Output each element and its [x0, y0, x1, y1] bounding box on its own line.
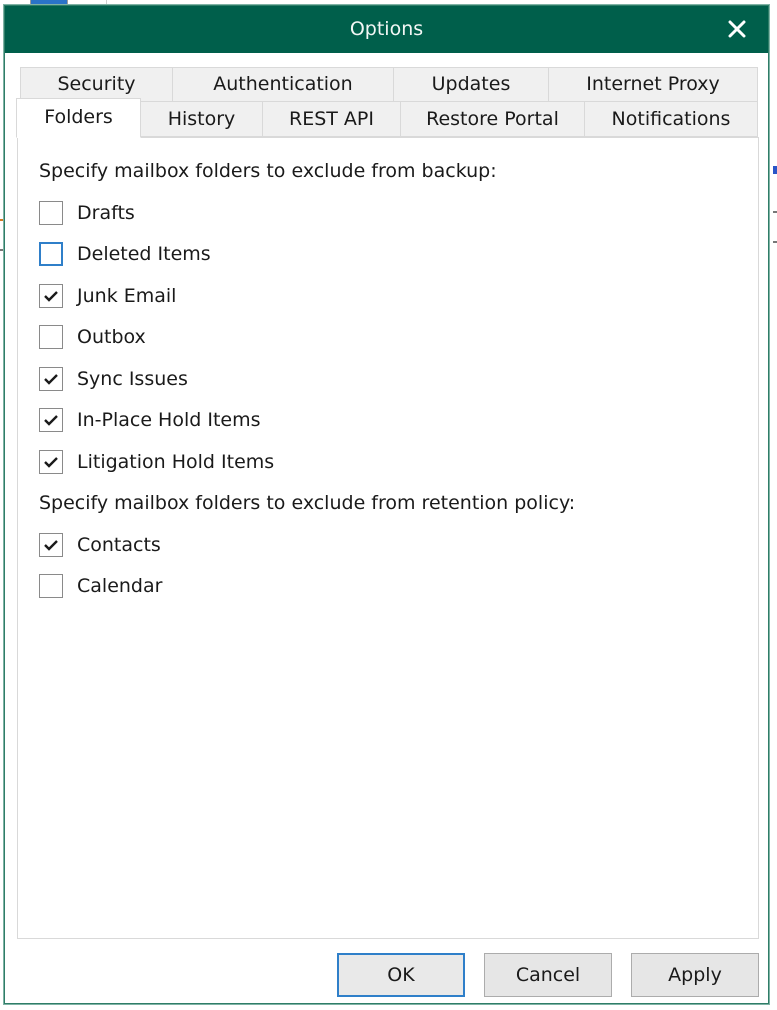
close-icon — [728, 20, 746, 38]
checkbox-sync-issues[interactable]: Sync Issues — [39, 365, 188, 393]
tab-label: History — [167, 108, 236, 130]
checkbox-label: Litigation Hold Items — [77, 451, 275, 473]
tab-label: REST API — [289, 108, 374, 130]
checkmark-icon — [44, 291, 58, 302]
background-marker — [773, 211, 777, 213]
checkbox-label: Calendar — [77, 575, 163, 597]
tab-label: Updates — [431, 73, 511, 95]
tab-notifications[interactable]: Notifications — [584, 101, 758, 137]
tab-internet-proxy[interactable]: Internet Proxy — [548, 67, 758, 102]
cancel-button[interactable]: Cancel — [484, 953, 612, 997]
checkbox-box[interactable] — [39, 450, 63, 474]
checkbox-label: Contacts — [77, 534, 161, 556]
tab-label: Authentication — [213, 73, 353, 95]
background-marker — [773, 241, 777, 243]
checkbox-deleted-items[interactable]: Deleted Items — [39, 240, 211, 268]
folders-panel: Specify mailbox folders to exclude from … — [17, 137, 759, 939]
title-bar[interactable]: Options — [5, 6, 768, 53]
checkbox-drafts[interactable]: Drafts — [39, 199, 135, 227]
tab-label: Internet Proxy — [586, 73, 720, 95]
tab-rest-api[interactable]: REST API — [262, 101, 401, 137]
checkbox-box[interactable] — [39, 533, 63, 557]
tab-folders[interactable]: Folders — [16, 98, 141, 138]
tab-label: Restore Portal — [426, 108, 559, 130]
checkbox-box[interactable] — [39, 367, 63, 391]
checkbox-litigation-hold-items[interactable]: Litigation Hold Items — [39, 448, 274, 476]
checkbox-label: Drafts — [77, 202, 135, 224]
checkbox-contacts[interactable]: Contacts — [39, 531, 161, 559]
options-dialog: Options Security Authentication Updates … — [4, 5, 769, 1004]
checkmark-icon — [44, 374, 58, 385]
checkmark-icon — [44, 540, 58, 551]
retention-exclusion-label: Specify mailbox folders to exclude from … — [39, 492, 576, 514]
checkbox-label: Deleted Items — [77, 243, 211, 265]
tab-label: Folders — [44, 106, 113, 128]
checkbox-label: Sync Issues — [77, 368, 188, 390]
apply-button[interactable]: Apply — [631, 953, 759, 997]
checkmark-icon — [44, 457, 58, 468]
checkbox-calendar[interactable]: Calendar — [39, 572, 162, 600]
backup-exclusion-label: Specify mailbox folders to exclude from … — [39, 160, 497, 182]
tab-label: Security — [57, 73, 136, 95]
tab-security[interactable]: Security — [20, 67, 173, 102]
background-marker — [773, 166, 777, 174]
checkbox-outbox[interactable]: Outbox — [39, 323, 146, 351]
checkbox-junk-email[interactable]: Junk Email — [39, 282, 176, 310]
tab-updates[interactable]: Updates — [393, 67, 549, 102]
dialog-title: Options — [349, 18, 424, 40]
checkbox-box[interactable] — [39, 574, 63, 598]
checkbox-label: Outbox — [77, 326, 146, 348]
ok-button[interactable]: OK — [337, 953, 465, 997]
tab-label: Notifications — [611, 108, 731, 130]
close-button[interactable] — [720, 12, 754, 46]
checkmark-icon — [44, 415, 58, 426]
checkbox-box[interactable] — [39, 242, 63, 266]
checkbox-in-place-hold-items[interactable]: In-Place Hold Items — [39, 406, 261, 434]
tab-restore-portal[interactable]: Restore Portal — [400, 101, 585, 137]
tab-authentication[interactable]: Authentication — [172, 67, 394, 102]
checkbox-label: Junk Email — [77, 285, 177, 307]
checkbox-box[interactable] — [39, 201, 63, 225]
checkbox-label: In-Place Hold Items — [77, 409, 261, 431]
checkbox-box[interactable] — [39, 325, 63, 349]
checkbox-box[interactable] — [39, 284, 63, 308]
tab-history[interactable]: History — [140, 101, 263, 137]
checkbox-box[interactable] — [39, 408, 63, 432]
